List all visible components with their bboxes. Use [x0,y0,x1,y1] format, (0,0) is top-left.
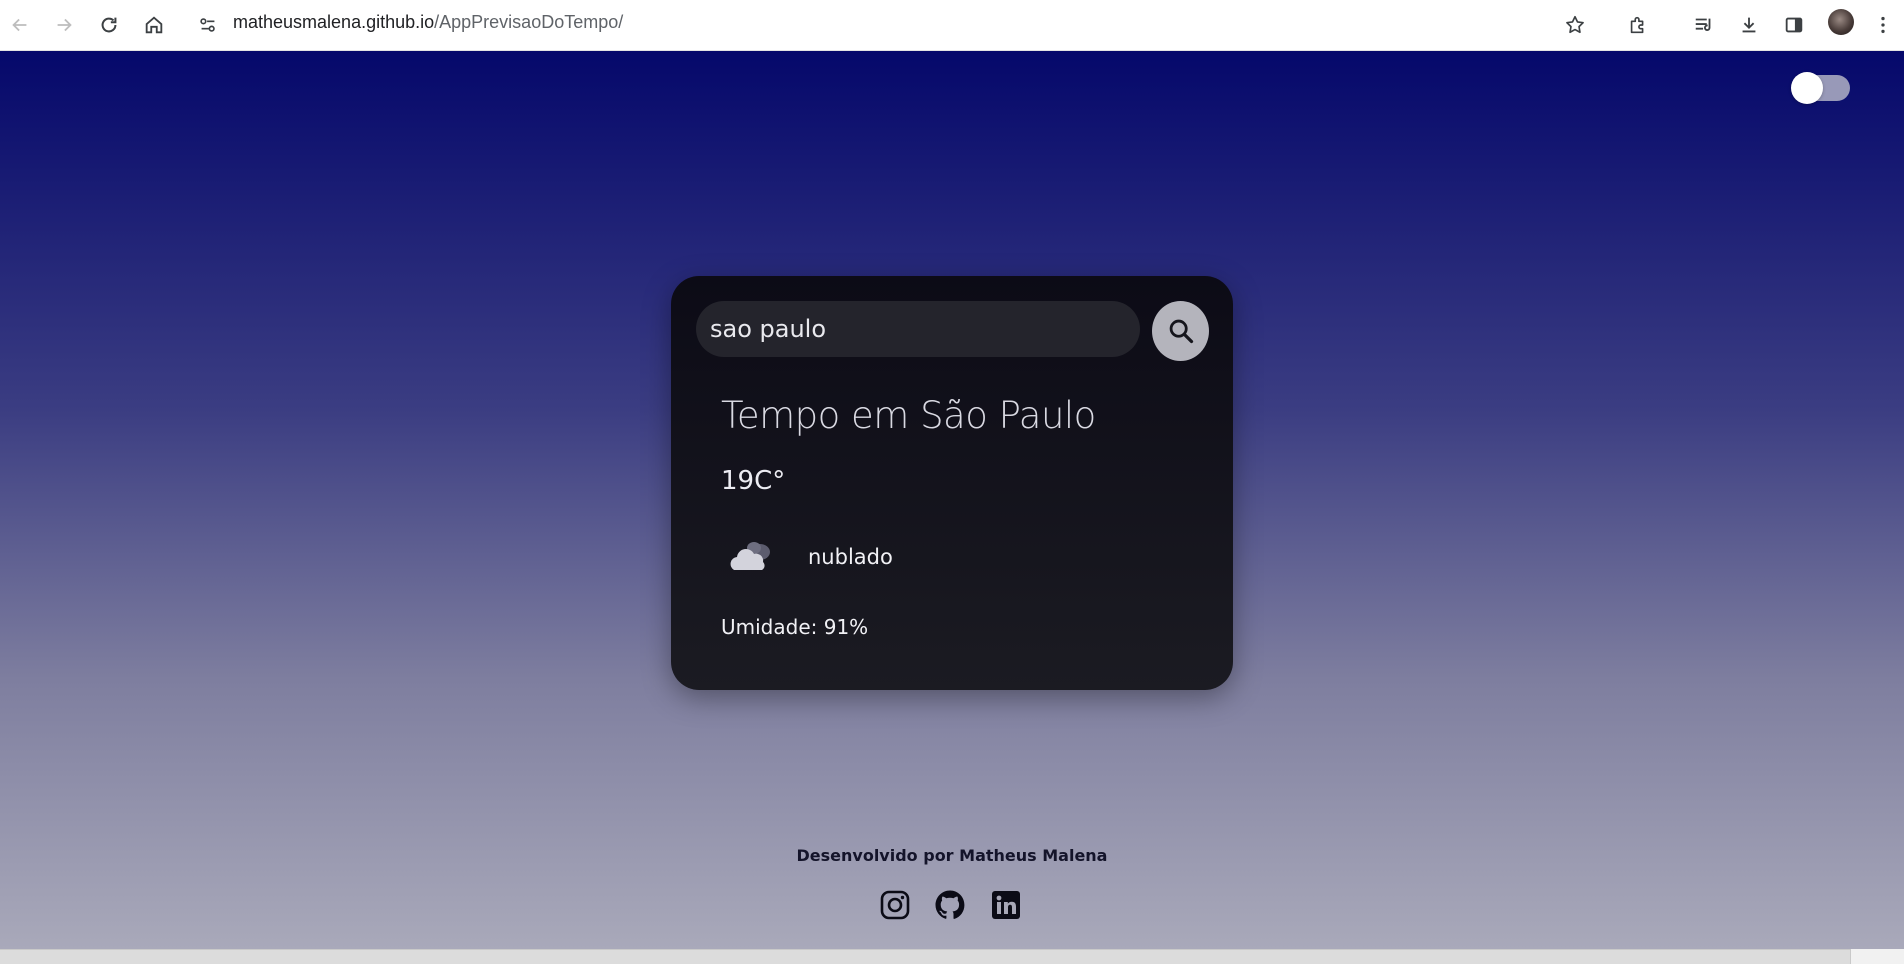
city-title: Tempo em São Paulo [721,394,1096,437]
profile-avatar[interactable] [1828,9,1854,35]
address-bar-url[interactable]: matheusmalena.github.io/AppPrevisaoDoTem… [233,11,623,33]
site-settings-icon[interactable] [191,8,225,42]
search-icon [1169,319,1193,344]
humidity: Umidade: 91% [721,615,869,639]
bookmark-star-icon[interactable] [1558,8,1592,42]
extensions-icon[interactable] [1621,8,1655,42]
side-panel-icon[interactable] [1777,8,1811,42]
reload-icon[interactable] [92,8,126,42]
back-arrow-icon[interactable] [3,8,37,42]
github-icon [935,890,965,919]
instagram-icon [880,890,910,920]
cloud-icon [730,542,770,570]
home-icon[interactable] [137,8,171,42]
browser-toolbar: matheusmalena.github.io/AppPrevisaoDoTem… [0,0,1904,51]
search-button[interactable] [1152,301,1209,361]
github-link[interactable] [933,888,967,922]
theme-toggle[interactable] [1791,72,1850,104]
weather-description: nublado [808,545,893,569]
instagram-link[interactable] [878,888,912,922]
weather-card: Tempo em São Paulo 19C° nublado Umidade:… [671,276,1233,690]
horizontal-scrollbar[interactable] [0,949,1904,964]
city-search-input[interactable] [696,301,1140,357]
temperature: 19C° [721,466,786,496]
linkedin-link[interactable] [989,888,1023,922]
download-icon[interactable] [1732,8,1766,42]
footer-credit: Desenvolvido por Matheus Malena [796,846,1108,865]
url-path: /AppPrevisaoDoTempo/ [434,12,624,32]
url-host: matheusmalena.github.io [233,12,435,32]
toggle-knob [1791,72,1823,104]
scrollbar-corner [1850,949,1904,964]
forward-arrow-icon[interactable] [47,8,81,42]
reading-list-icon[interactable] [1687,8,1721,42]
more-menu-icon[interactable] [1866,8,1900,42]
linkedin-icon [992,891,1020,919]
